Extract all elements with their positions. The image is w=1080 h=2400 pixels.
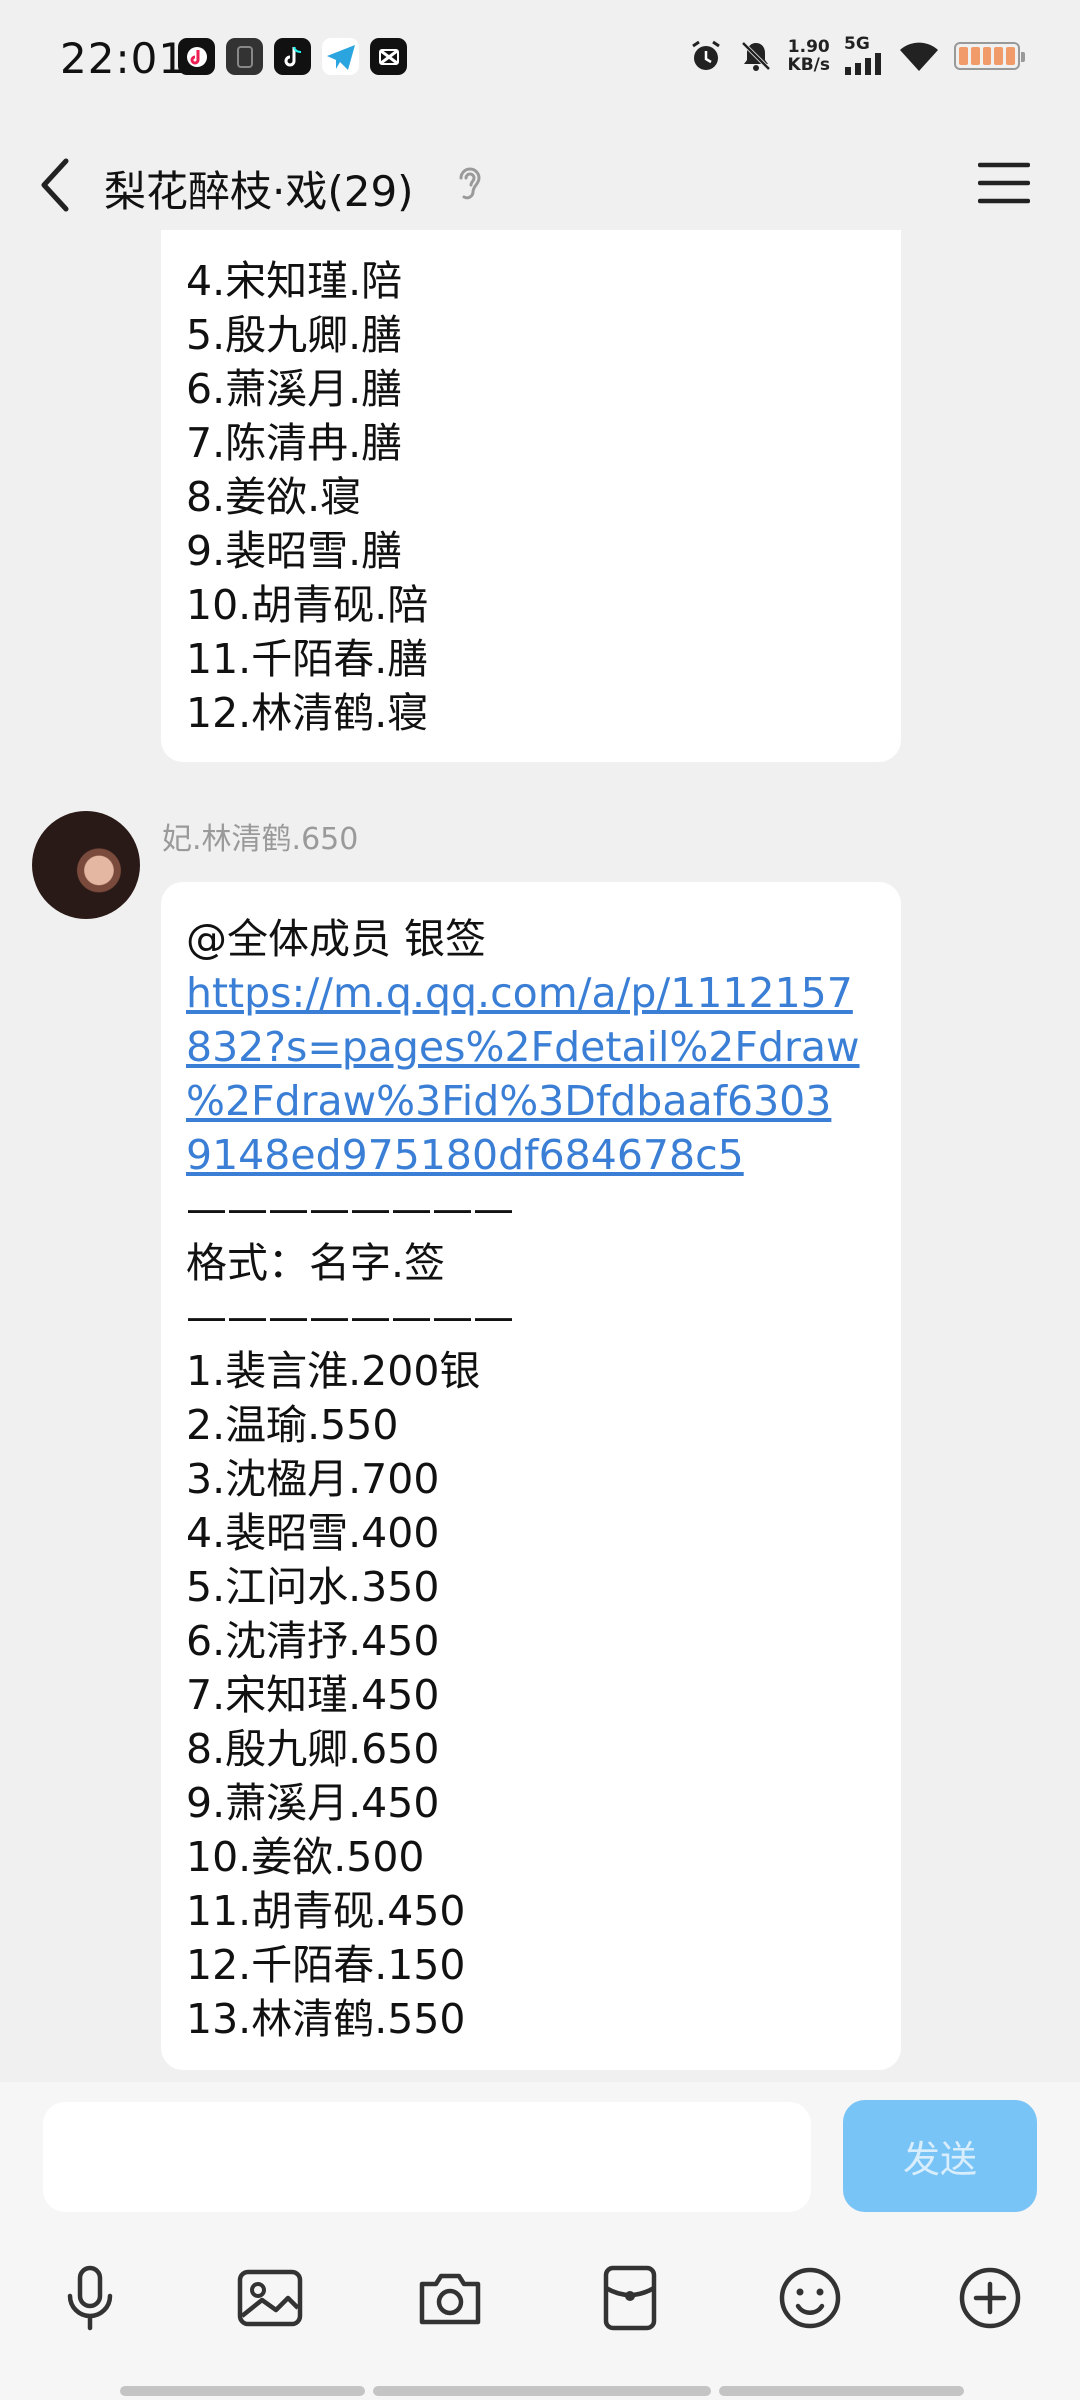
avatar[interactable]	[32, 811, 140, 919]
input-bar: 发送	[0, 2082, 1080, 2400]
message-link[interactable]: https://m.q.qq.com/a/p/1112157 832?s=pag…	[186, 966, 877, 1182]
mute-icon	[741, 41, 770, 71]
status-bar: 22:01 1.90 KB/s 5G	[0, 0, 1080, 120]
list-item: 5.殷九卿.膳	[186, 311, 403, 359]
list-item: 10.姜欲.500	[186, 1833, 425, 1881]
list-item: 7.陈清冉.膳	[186, 419, 403, 467]
list-item: 6.沈清抒.450	[186, 1617, 440, 1665]
plus-icon[interactable]	[952, 2260, 1028, 2336]
list-item: 13.林清鹤.550	[186, 1995, 466, 2043]
microphone-icon[interactable]	[52, 2260, 128, 2336]
hamburger-menu-icon[interactable]	[978, 160, 1030, 206]
link-line: 832?s=pages%2Fdetail%2Fdraw	[186, 1023, 860, 1071]
list-item: 1.裴言淮.200银	[186, 1347, 481, 1395]
message-mention-line: @全体成员 银签	[186, 915, 487, 963]
send-button[interactable]: 发送	[843, 2100, 1037, 2212]
list-item: 3.沈楹月.700	[186, 1455, 440, 1503]
message-bubble[interactable]: @全体成员 银签 https://m.q.qq.com/a/p/1112157 …	[161, 882, 901, 2070]
chat-screen: 22:01 1.90 KB/s 5G 梨花醉枝·戏(29) 4.宋知瑾.陪 5.…	[0, 0, 1080, 2400]
list-item: 12.千陌春.150	[186, 1941, 466, 1989]
list-item: 4.宋知瑾.陪	[186, 257, 403, 305]
telegram-icon	[322, 38, 359, 75]
list-item: 2.温瑜.550	[186, 1401, 399, 1449]
input-toolbar	[0, 2260, 1080, 2360]
battery-icon	[954, 41, 1025, 70]
gesture-bar	[120, 2386, 964, 2396]
list-item: 7.宋知瑾.450	[186, 1671, 440, 1719]
system-icons: 1.90 KB/s 5G	[688, 36, 1025, 75]
list-item: 9.裴昭雪.膳	[186, 527, 403, 575]
alarm-icon	[691, 40, 720, 70]
network-speed: 1.90 KB/s	[788, 38, 830, 74]
capcut-icon	[370, 38, 407, 75]
chevron-left-icon[interactable]	[36, 155, 76, 215]
signal-icon	[845, 53, 881, 75]
notification-app-icons	[178, 38, 407, 75]
list-item: 11.千陌春.膳	[186, 635, 429, 683]
link-line: 9148ed975180df684678c5	[186, 1131, 744, 1179]
chat-title: 梨花醉枝·戏(29)	[104, 167, 414, 216]
emoji-icon[interactable]	[772, 2260, 848, 2336]
list-item: 6.萧溪月.膳	[186, 365, 403, 413]
red-packet-icon[interactable]	[592, 2260, 668, 2336]
list-item: 4.裴昭雪.400	[186, 1509, 440, 1557]
status-time: 22:01	[60, 34, 187, 83]
tiktok-lite-icon	[178, 38, 215, 75]
divider: ————————	[186, 1185, 514, 1233]
list-item: 8.姜欲.寝	[186, 473, 362, 521]
speed-value: 1.90	[787, 36, 830, 57]
message-bubble[interactable]: 4.宋知瑾.陪 5.殷九卿.膳 6.萧溪月.膳 7.陈清冉.膳 8.姜欲.寝 9…	[161, 230, 901, 762]
tiktok-icon	[274, 38, 311, 75]
speed-unit: KB/s	[787, 54, 830, 75]
notes-icon	[226, 38, 263, 75]
cell-signal: 5G	[844, 36, 884, 75]
camera-icon[interactable]	[412, 2260, 488, 2336]
format-line: 格式：名字.签	[186, 1239, 446, 1287]
link-line: https://m.q.qq.com/a/p/1112157	[186, 969, 853, 1017]
list-item: 8.殷九卿.650	[186, 1725, 440, 1773]
list-item: 12.林清鹤.寝	[186, 689, 429, 737]
divider: ————————	[186, 1293, 514, 1341]
wifi-icon	[900, 42, 938, 71]
list-item: 11.胡青砚.450	[186, 1887, 466, 1935]
list-item: 9.萧溪月.450	[186, 1779, 440, 1827]
ear-icon[interactable]	[455, 162, 485, 206]
network-type: 5G	[844, 34, 870, 54]
message-input[interactable]	[43, 2102, 811, 2212]
image-icon[interactable]	[232, 2260, 308, 2336]
list-item: 10.胡青砚.陪	[186, 581, 429, 629]
list-item: 5.江问水.350	[186, 1563, 440, 1611]
link-line: %2Fdraw%3Fid%3Dfdbaaf6303	[186, 1077, 832, 1125]
sender-name[interactable]: 妃.林清鹤.650	[162, 814, 358, 858]
